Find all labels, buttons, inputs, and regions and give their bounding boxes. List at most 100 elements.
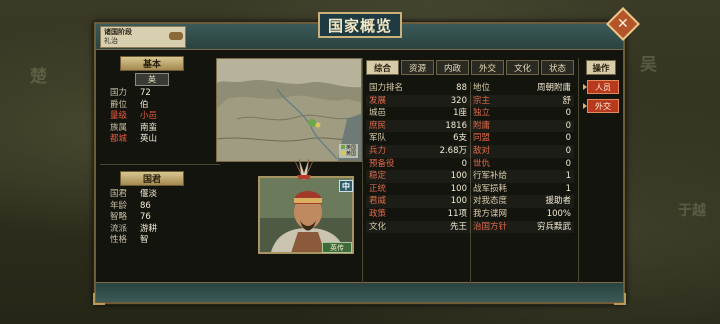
stat-value: 0 [565,158,571,169]
stat-label: 庶民 [369,120,387,131]
stat-cell: 发展 320 [366,95,470,108]
stat-cell: 同盟 0 [470,132,574,145]
stats-row: 庶民 1816 附庸 0 [366,119,574,133]
section-divider [100,164,220,165]
stat-cell: 兵力 2.68万 [366,145,470,158]
stat-value: 先王 [449,221,467,232]
stat-cell: 文化 先王 [366,221,470,234]
bg-label-wu: 吴 [640,55,657,75]
stat-cell: 行军补给 1 [470,170,574,183]
ruler-section: 国君 国君 偃淡 年龄 86 智略 76 流派 游耕 性格智 [102,171,212,247]
diplomacy-button[interactable]: 外交 [583,99,619,113]
stat-value: 11项 [447,208,467,219]
stat-cell: 对我态度 援助者 [470,195,574,208]
stat-value: 2.68万 [439,145,467,156]
stat-cell: 稳定 100 [366,170,470,183]
stat-cell: 国力排名 88 [366,82,470,95]
stat-value: 100 [450,196,467,207]
stat-value: 100 [450,171,467,182]
stat-cell: 我方谍网 100% [470,208,574,221]
basic-field: 国力 72 [110,88,151,98]
stat-value: 0 [461,158,467,169]
stat-label: 君威 [369,196,387,207]
stat-cell: 预备役 0 [366,158,470,171]
basic-field: 爵位伯 [110,99,149,110]
stat-value: 88 [456,83,467,93]
stat-cell: 战军损耗 1 [470,183,574,196]
stats-row: 稳定 100 行军补给 1 [366,170,574,183]
stat-label: 对我态度 [473,196,508,207]
stat-label: 文化 [369,221,387,232]
basic-field: 量级 小邑 [110,111,158,121]
ruler-field: 性格智 [110,235,149,245]
stat-label: 正统 [369,183,387,194]
stat-value: 0 [565,133,571,144]
stat-value: 1 [565,171,571,182]
stat-label: 地位 [473,83,491,93]
tab-culture[interactable]: 文化 [506,60,539,75]
stat-label: 军队 [369,133,387,144]
stat-cell: 治国方针 穷兵黩武 [470,221,574,234]
page-title: 国家概览 [318,12,402,38]
arrow-icon [583,84,587,90]
stat-value: 320 [450,95,467,106]
country-name: 英 [135,73,169,86]
ruler-field: 智略 76 [110,212,151,222]
stat-value: 舒 [562,95,571,106]
ruler-field: 年龄 86 [110,200,151,211]
bg-label-yuyue: 于越 [678,203,706,219]
stat-value: 6支 [453,133,467,144]
basic-header: 基本 [120,56,184,71]
stat-value: 周朝附庸 [536,83,571,93]
stat-value: 1座 [453,108,467,119]
ruler-header: 国君 [120,171,184,186]
tab-status[interactable]: 状态 [541,60,574,75]
stat-label: 政策 [369,208,387,219]
stat-label: 兵力 [369,145,387,156]
stat-cell: 附庸 0 [470,120,574,133]
stat-label: 世仇 [473,158,491,169]
feather-plume-icon [294,159,314,181]
stat-value: 0 [565,120,571,131]
stat-cell: 地位 周朝附庸 [470,82,574,95]
stat-label: 发展 [369,95,387,106]
mini-map[interactable]: 英国 黄国 [216,58,362,162]
map-legend: 英国 黄国 [338,144,358,158]
tab-diplomacy[interactable]: 外交 [471,60,504,75]
stat-label: 城邑 [369,108,387,119]
stat-value: 0 [565,145,571,156]
stat-label: 战军损耗 [473,183,508,194]
stat-value: 1 [565,183,571,194]
stat-cell: 世仇 0 [470,158,574,171]
tab-overview[interactable]: 综合 [366,60,399,75]
stats-row: 国力排名 88 地位 周朝附庸 [366,82,574,95]
stat-label: 附庸 [473,120,491,131]
ruler-field: 国君 偃淡 [110,189,158,199]
biography-button[interactable]: 英传 [322,242,352,253]
stat-label: 敌对 [473,145,491,156]
stats-row: 预备役 0 世仇 0 [366,158,574,171]
stat-cell: 宗主 舒 [470,95,574,108]
operations-header: 操作 [586,60,616,75]
stat-cell: 政策 11项 [366,208,470,221]
stat-value: 100% [546,208,571,219]
stat-cell: 庶民 1816 [366,120,470,133]
stat-label: 宗主 [473,95,491,106]
tab-resources[interactable]: 资源 [401,60,434,75]
stat-label: 稳定 [369,171,387,182]
basic-section: 基本 英 国力 72 爵位伯 量级 小邑 族属 南蛮 都城 英山 [102,56,212,146]
stat-label: 治国方针 [473,221,508,232]
tab-internal-affairs[interactable]: 内政 [436,60,469,75]
ruler-field: 流派 游耕 [110,223,158,234]
arrow-icon [583,103,587,109]
stats-row: 文化 先王 治国方针 穷兵黩武 [366,220,574,234]
stats-row: 正统 100 战军损耗 1 [366,183,574,196]
stage-indicator[interactable]: 诸国阶段 礼治 [100,26,186,48]
personnel-button[interactable]: 人员 [583,80,619,94]
stat-value: 1816 [445,120,467,131]
stat-label: 独立 [473,108,491,119]
stats-row: 城邑 1座 独立 0 [366,107,574,120]
bg-label-chu: 楚 [30,67,47,87]
stat-label: 预备役 [369,158,395,169]
scroll-icon [169,32,183,40]
